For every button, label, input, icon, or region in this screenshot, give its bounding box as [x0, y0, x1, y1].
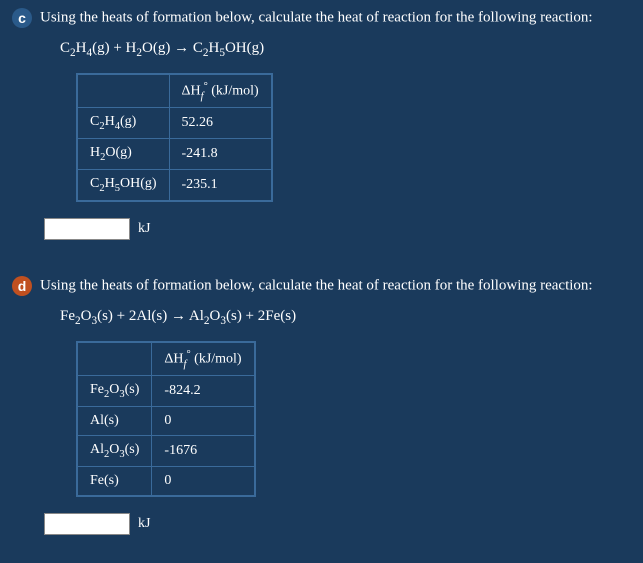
equation-d: Fe2O3(s) + 2Al(s) → Al2O3(s) + 2Fe(s) — [60, 308, 631, 327]
question-c: c Using the heats of formation below, ca… — [0, 0, 643, 268]
value-cell: -241.8 — [169, 139, 272, 170]
value-cell: -824.2 — [152, 376, 255, 407]
answer-input-d[interactable] — [44, 513, 130, 535]
table-header-empty — [77, 342, 152, 376]
unit-label-d: kJ — [138, 516, 150, 531]
table-row: Fe2O3(s) -824.2 — [77, 376, 255, 407]
species-cell: Al(s) — [77, 407, 152, 436]
table-row: ΔHf° (kJ/mol) — [77, 342, 255, 376]
table-row: ΔHf° (kJ/mol) — [77, 74, 272, 108]
table-row: Fe(s) 0 — [77, 466, 255, 496]
value-cell: 0 — [152, 407, 255, 436]
badge-c: c — [12, 8, 32, 28]
table-row: Al2O3(s) -1676 — [77, 436, 255, 467]
value-cell: -1676 — [152, 436, 255, 467]
species-cell: Fe2O3(s) — [77, 376, 152, 407]
species-cell: C2H5OH(g) — [77, 170, 169, 201]
answer-input-c[interactable] — [44, 218, 130, 240]
table-header-dhf: ΔHf° (kJ/mol) — [152, 342, 255, 376]
table-row: C2H5OH(g) -235.1 — [77, 170, 272, 201]
species-cell: C2H4(g) — [77, 108, 169, 139]
prompt-d: Using the heats of formation below, calc… — [40, 277, 593, 293]
table-header-empty — [77, 74, 169, 108]
value-cell: 0 — [152, 466, 255, 496]
question-d: d Using the heats of formation below, ca… — [0, 268, 643, 563]
answer-row-d: kJ — [44, 513, 631, 535]
answer-row-c: kJ — [44, 218, 631, 240]
species-cell: Al2O3(s) — [77, 436, 152, 467]
table-row: Al(s) 0 — [77, 407, 255, 436]
badge-d: d — [12, 276, 32, 296]
equation-c: C2H4(g) + H2O(g) → C2H5OH(g) — [60, 40, 631, 59]
species-cell: H2O(g) — [77, 139, 169, 170]
table-c: ΔHf° (kJ/mol) C2H4(g) 52.26 H2O(g) -241.… — [76, 73, 273, 202]
value-cell: -235.1 — [169, 170, 272, 201]
table-row: C2H4(g) 52.26 — [77, 108, 272, 139]
table-d: ΔHf° (kJ/mol) Fe2O3(s) -824.2 Al(s) 0 Al… — [76, 341, 256, 497]
table-header-dhf: ΔHf° (kJ/mol) — [169, 74, 272, 108]
table-row: H2O(g) -241.8 — [77, 139, 272, 170]
unit-label-c: kJ — [138, 221, 150, 236]
value-cell: 52.26 — [169, 108, 272, 139]
prompt-c: Using the heats of formation below, calc… — [40, 10, 593, 26]
species-cell: Fe(s) — [77, 466, 152, 496]
